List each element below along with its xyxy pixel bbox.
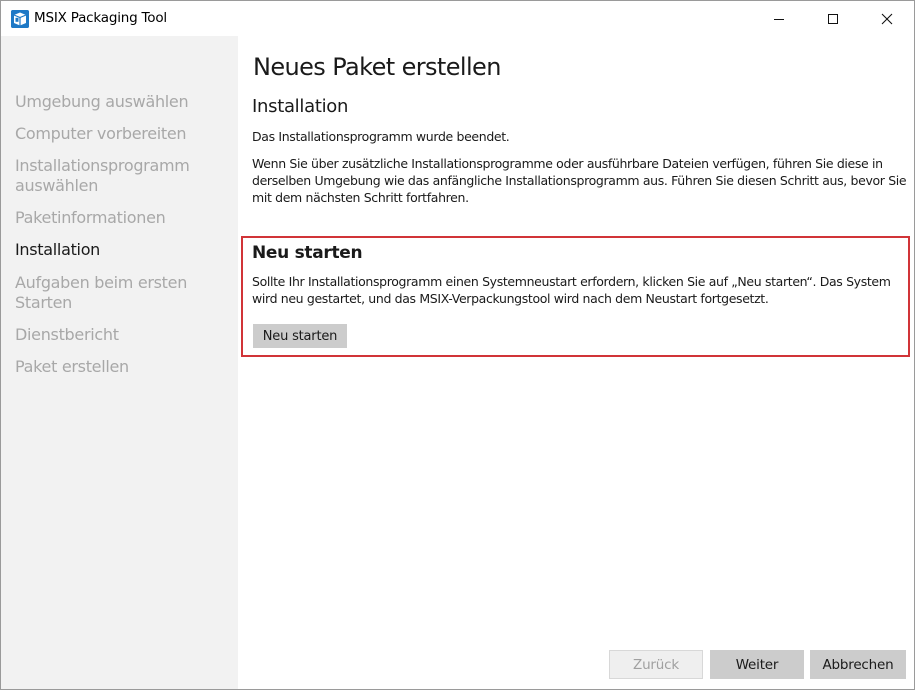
close-icon: [881, 13, 893, 24]
back-button[interactable]: Zurück: [609, 650, 703, 679]
page-title: Neues Paket erstellen: [253, 53, 501, 81]
minimize-icon: [774, 18, 784, 20]
next-button[interactable]: Weiter: [710, 650, 804, 679]
sidebar-item-computer-vorbereiten[interactable]: Computer vorbereiten: [15, 124, 230, 144]
maximize-button[interactable]: [810, 1, 856, 36]
cancel-button[interactable]: Abbrechen: [810, 650, 906, 679]
section-title: Installation: [252, 96, 349, 117]
sidebar-item-paket-erstellen[interactable]: Paket erstellen: [15, 357, 230, 377]
close-button[interactable]: [864, 1, 910, 36]
additional-installers-text: Wenn Sie über zusätzliche Installationsp…: [252, 156, 907, 205]
restart-description: Sollte Ihr Installationsprogramm einen S…: [252, 274, 891, 306]
minimize-button[interactable]: [756, 1, 802, 36]
sidebar-item-aufgaben-beim-ersten-starten[interactable]: Aufgaben beim ersten Starten: [15, 273, 230, 313]
restart-title: Neu starten: [252, 243, 363, 263]
sidebar-item-dienstbericht[interactable]: Dienstbericht: [15, 325, 230, 345]
window-title: MSIX Packaging Tool: [34, 10, 167, 26]
sidebar-item-umgebung-auswaehlen[interactable]: Umgebung auswählen: [15, 92, 230, 112]
msix-package-icon: [11, 10, 29, 28]
maximize-icon: [828, 13, 838, 24]
app-window: MSIX Packaging Tool Umgebung auswählen C…: [0, 0, 915, 690]
sidebar-item-installation[interactable]: Installation: [15, 240, 230, 260]
sidebar-item-installationsprogramm-auswaehlen[interactable]: Installationsprogramm auswählen: [15, 156, 230, 196]
sidebar-item-paketinformationen[interactable]: Paketinformationen: [15, 208, 230, 228]
restart-button[interactable]: Neu starten: [253, 324, 347, 348]
main-content: Neues Paket erstellen Installation Das I…: [238, 36, 914, 689]
restart-section: Neu starten Sollte Ihr Installationsprog…: [241, 236, 910, 357]
wizard-steps-sidebar: Umgebung auswählen Computer vorbereiten …: [1, 36, 238, 689]
title-bar[interactable]: MSIX Packaging Tool: [1, 1, 914, 36]
installer-finished-text: Das Installationsprogramm wurde beendet.: [252, 129, 510, 144]
